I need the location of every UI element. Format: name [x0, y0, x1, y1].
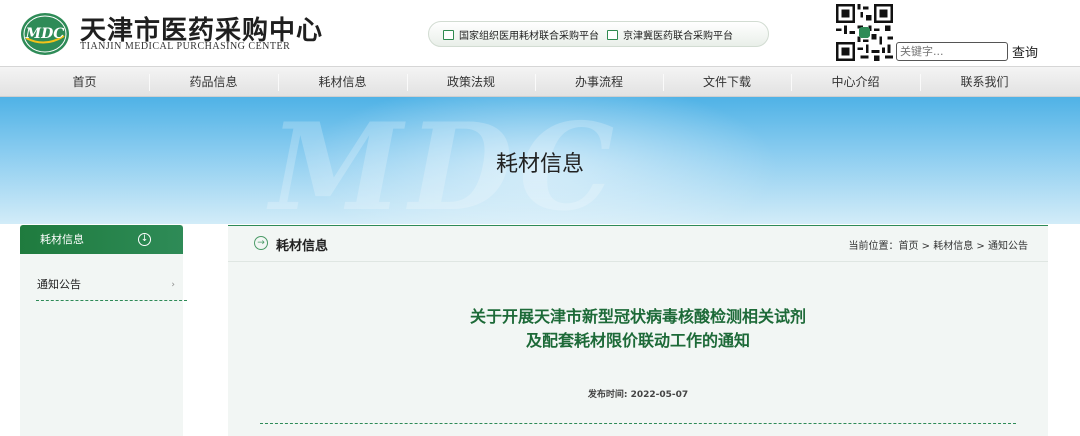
- article-divider: [260, 423, 1016, 424]
- section-header: → 耗材信息 当前位置：首页 > 耗材信息 > 通知公告: [228, 226, 1048, 262]
- nav-item-about[interactable]: 中心介绍: [791, 67, 920, 97]
- platform-links-bar: 国家组织医用耗材联合采购平台 京津冀医药联合采购平台: [428, 21, 769, 47]
- national-platform-label: 国家组织医用耗材联合采购平台: [459, 31, 599, 42]
- article-title-line1: 关于开展天津市新型冠状病毒核酸检测相关试剂: [469, 307, 806, 326]
- jjj-platform-label: 京津冀医药联合采购平台: [623, 31, 733, 42]
- search-button[interactable]: 查询: [1012, 42, 1038, 61]
- chevron-right-icon: ›: [171, 280, 175, 290]
- banner-title: 耗材信息: [495, 152, 584, 177]
- breadcrumb-notices[interactable]: 通知公告: [988, 241, 1028, 252]
- search-input[interactable]: [896, 42, 1008, 61]
- arrow-down-circle-icon: ↓: [138, 233, 151, 246]
- article-title-line2: 及配套耗材限价联动工作的通知: [525, 331, 750, 350]
- nav-item-contact[interactable]: 联系我们: [920, 67, 1049, 97]
- article-date-value: 2022-05-07: [630, 390, 689, 400]
- logo-text: MDC: [25, 26, 65, 42]
- breadcrumb-separator: >: [973, 241, 988, 252]
- article-date: 发布时间: 2022-05-07: [228, 387, 1048, 400]
- nav-item-downloads[interactable]: 文件下载: [663, 67, 791, 97]
- platform-icon: [443, 29, 454, 40]
- breadcrumb-prefix: 当前位置：: [848, 241, 899, 252]
- breadcrumb-consumables[interactable]: 耗材信息: [933, 241, 973, 252]
- article-title: 关于开展天津市新型冠状病毒核酸检测相关试剂 及配套耗材限价联动工作的通知: [228, 305, 1048, 353]
- sidebar-header-label: 耗材信息: [40, 233, 84, 246]
- sidebar-header: 耗材信息 ↓: [20, 225, 183, 254]
- sidebar: 耗材信息 ↓ 通知公告 ›: [20, 225, 187, 436]
- breadcrumb-home[interactable]: 首页: [899, 241, 919, 252]
- national-platform-link[interactable]: 国家组织医用耗材联合采购平台: [443, 27, 599, 42]
- arrow-right-circle-icon: →: [254, 236, 268, 250]
- main-nav: 首页 药品信息 耗材信息 政策法规 办事流程 文件下载 中心介绍 联系我们: [0, 66, 1080, 97]
- section-title: 耗材信息: [276, 239, 329, 254]
- page-banner: MDC 耗材信息: [0, 97, 1080, 224]
- sidebar-item-label: 通知公告: [37, 278, 81, 291]
- platform-icon: [607, 29, 618, 40]
- nav-item-process[interactable]: 办事流程: [535, 67, 663, 97]
- nav-item-policy[interactable]: 政策法规: [407, 67, 535, 97]
- nav-item-drug-info[interactable]: 药品信息: [149, 67, 278, 97]
- site-title-en: TIANJIN MEDICAL PURCHASING CENTER: [80, 41, 291, 52]
- nav-item-consumables-info[interactable]: 耗材信息: [278, 67, 407, 97]
- mdc-logo-icon[interactable]: MDC: [20, 12, 70, 56]
- site-header: MDC 天津市医药采购中心 TIANJIN MEDICAL PURCHASING…: [0, 0, 1080, 66]
- sidebar-item-notices[interactable]: 通知公告 ›: [36, 275, 187, 301]
- nav-item-home[interactable]: 首页: [20, 67, 149, 97]
- main-panel: → 耗材信息 当前位置：首页 > 耗材信息 > 通知公告 关于开展天津市新型冠状…: [228, 225, 1048, 436]
- breadcrumb: 当前位置：首页 > 耗材信息 > 通知公告: [849, 237, 1029, 252]
- breadcrumb-separator: >: [918, 241, 934, 252]
- jjj-platform-link[interactable]: 京津冀医药联合采购平台: [607, 27, 733, 42]
- article-date-label: 发布时间:: [587, 390, 631, 400]
- qr-code-icon: [836, 4, 893, 61]
